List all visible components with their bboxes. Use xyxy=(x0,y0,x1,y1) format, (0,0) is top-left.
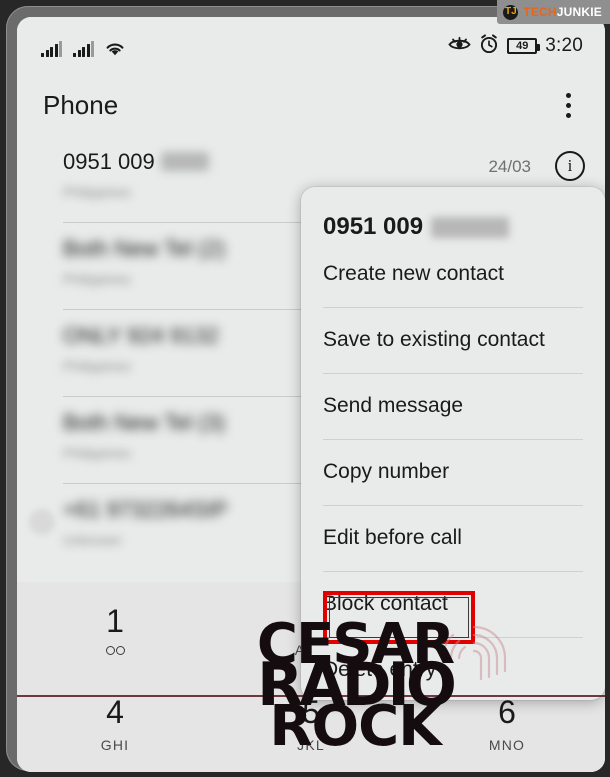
wifi-icon xyxy=(105,41,125,57)
status-clock: 3:20 xyxy=(545,35,583,56)
menu-item-save-to-existing-contact[interactable]: Save to existing contact xyxy=(301,307,605,373)
info-circle-icon[interactable]: i xyxy=(555,151,585,181)
voicemail-icon xyxy=(105,645,125,655)
menu-item-edit-before-call[interactable]: Edit before call xyxy=(301,505,605,571)
dialpad-digit: 6 xyxy=(498,694,516,730)
status-bar: 49 3:20 xyxy=(17,17,605,75)
dialpad-digit: 1 xyxy=(106,602,124,639)
menu-item-label: Copy number xyxy=(323,460,450,483)
menu-item-send-message[interactable]: Send message xyxy=(301,373,605,439)
brand-text-secondary: JUNKIE xyxy=(556,5,602,19)
menu-item-label: Create new contact xyxy=(323,262,504,285)
context-menu: 0951 009 Create new contact Save to exis… xyxy=(301,187,605,700)
app-header: Phone xyxy=(17,75,605,135)
signal-bars-icon xyxy=(73,41,94,57)
menu-item-delete-entry[interactable]: Delete entry xyxy=(301,637,605,700)
dialpad-letters: MNO xyxy=(488,737,526,753)
menu-item-copy-number[interactable]: Copy number xyxy=(301,439,605,505)
page-title: Phone xyxy=(43,89,119,120)
alarm-clock-icon xyxy=(479,33,499,59)
blurred-number-part xyxy=(160,152,209,171)
phone-bezel: 49 3:20 Phone 0951 009 Philippines 24/03… xyxy=(6,6,605,772)
call-log-name: 0951 009 xyxy=(63,149,161,174)
menu-item-label: Save to existing contact xyxy=(323,328,545,351)
brand-text-primary: TECH xyxy=(523,5,557,19)
menu-item-label: Edit before call xyxy=(323,526,462,549)
techjunkie-badge-icon: TJ xyxy=(503,4,519,20)
kebab-menu-icon[interactable] xyxy=(558,87,579,124)
phone-screen: 49 3:20 Phone 0951 009 Philippines 24/03… xyxy=(17,17,605,772)
dialpad-key-4[interactable]: 4 GHI xyxy=(17,677,213,772)
menu-item-label: Delete entry xyxy=(323,658,437,681)
context-menu-number: 0951 009 xyxy=(323,213,424,240)
menu-item-block-contact[interactable]: Block contact xyxy=(301,571,605,637)
menu-item-label: Block contact xyxy=(323,592,448,615)
dialpad-key-1[interactable]: 1 xyxy=(17,582,213,677)
screenshot-root: 49 3:20 Phone 0951 009 Philippines 24/03… xyxy=(0,0,610,777)
menu-item-create-new-contact[interactable]: Create new contact xyxy=(301,241,605,307)
eye-icon xyxy=(448,35,471,57)
dialpad-letters: GHI xyxy=(100,737,130,753)
signal-bars-icon xyxy=(41,41,62,57)
context-menu-title: 0951 009 xyxy=(301,187,605,241)
menu-item-label: Send message xyxy=(323,394,464,417)
dialpad-letters: JKL xyxy=(297,737,325,753)
battery-indicator: 49 xyxy=(507,38,541,54)
dialpad-digit: 5 xyxy=(302,694,320,730)
blurred-number-part xyxy=(431,216,510,238)
dialpad-digit: 4 xyxy=(106,694,124,730)
avatar xyxy=(29,509,55,535)
call-log-date: 24/03 xyxy=(488,157,531,176)
brand-watermark: TJ TECHJUNKIE xyxy=(497,0,610,24)
